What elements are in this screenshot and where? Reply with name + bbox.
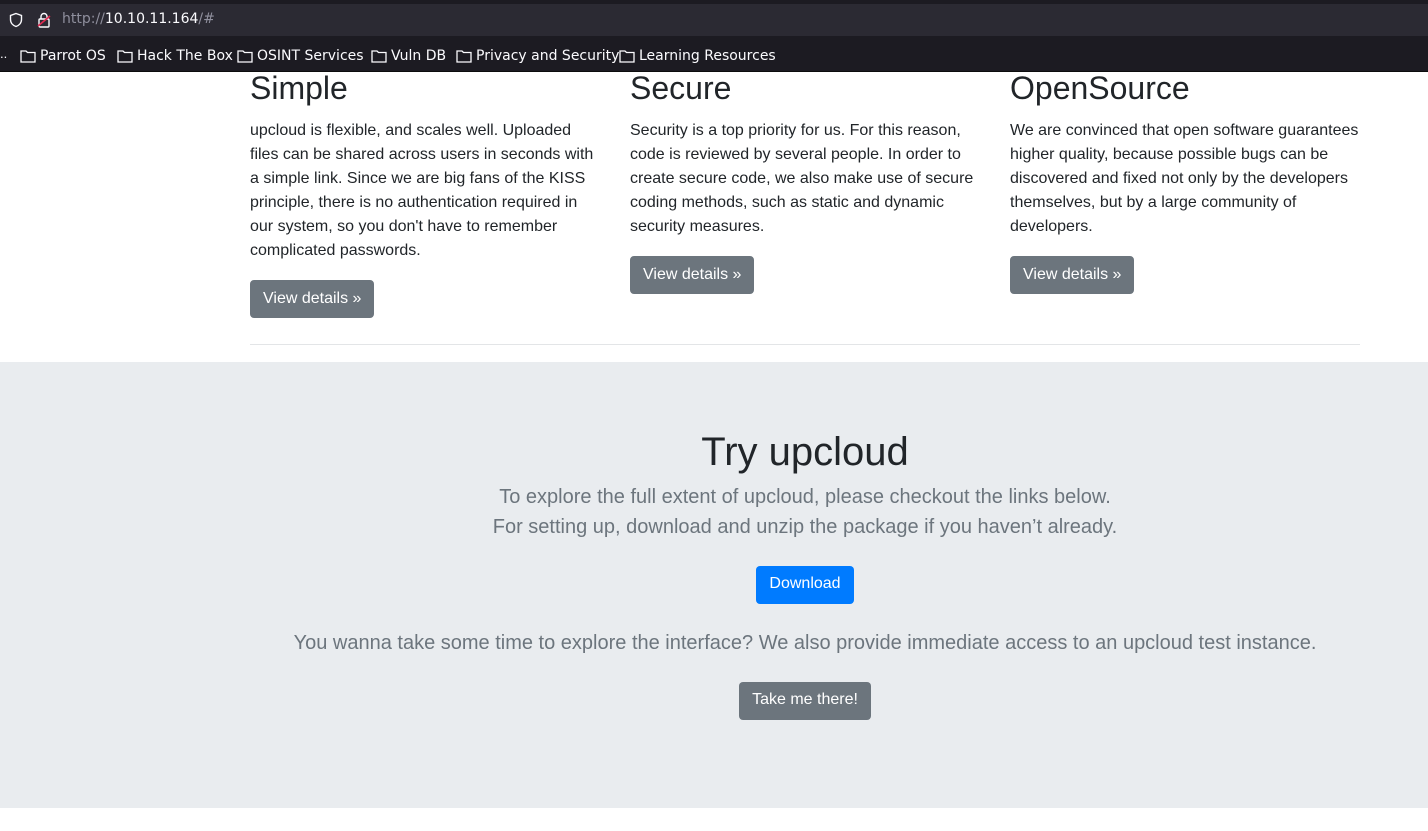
- bookmark-learning-resources[interactable]: Learning Resources: [619, 47, 776, 65]
- feature-secure: Secure Security is a top priority for us…: [630, 72, 980, 294]
- bookmark-label: Vuln DB: [391, 48, 447, 64]
- lock-icon[interactable]: [36, 12, 52, 28]
- folder-icon: [117, 50, 133, 63]
- feature-simple: Simple upcloud is flexible, and scales w…: [250, 72, 600, 318]
- bookmark-label: Hack The Box: [137, 48, 233, 64]
- feature-title: Secure: [630, 70, 732, 106]
- bookmark-label: Parrot OS: [40, 48, 106, 64]
- bookmark-privacy-and-security[interactable]: Privacy and Security: [456, 47, 619, 65]
- bookmark-label: Privacy and Security: [476, 48, 620, 64]
- view-details-button[interactable]: View details »: [1010, 256, 1135, 294]
- folder-icon: [20, 50, 36, 63]
- url-host: 10.10.11.164: [104, 11, 199, 27]
- url-scheme: http://: [62, 11, 105, 27]
- bookmark-parrot-os[interactable]: Parrot OS: [20, 47, 106, 65]
- try-lead-line-2: For setting up, download and unzip the p…: [492, 516, 1118, 538]
- browser-url-bar: http://10.10.11.164/#: [0, 0, 1428, 40]
- view-details-button[interactable]: View details »: [250, 280, 375, 318]
- divider: [250, 344, 1360, 345]
- feature-title: OpenSource: [1010, 70, 1190, 106]
- bookmark-hack-the-box[interactable]: Hack The Box: [117, 47, 233, 65]
- feature-text: Security is a top priority for us. For t…: [630, 122, 974, 235]
- folder-icon: [237, 50, 253, 63]
- url-path: /#: [198, 11, 215, 27]
- url-text[interactable]: http://10.10.11.164/#: [62, 11, 215, 27]
- bookmark-label: OSINT Services: [257, 48, 364, 64]
- address-field[interactable]: http://10.10.11.164/#: [0, 4, 1428, 36]
- try-lead-line-1: To explore the full extent of upcloud, p…: [499, 486, 1111, 508]
- shield-icon[interactable]: [8, 12, 24, 28]
- try-lead-line-3: You wanna take some time to explore the …: [293, 632, 1317, 654]
- bookmark-osint-services[interactable]: OSINT Services: [237, 47, 364, 65]
- bookmark-label: Learning Resources: [639, 48, 776, 64]
- folder-icon: [456, 50, 472, 63]
- try-upcloud-section: Try upcloud To explore the full extent o…: [0, 362, 1428, 808]
- view-details-button[interactable]: View details »: [630, 256, 755, 294]
- feature-text: upcloud is flexible, and scales well. Up…: [250, 122, 594, 259]
- bookmark-vuln-db[interactable]: Vuln DB: [371, 47, 446, 65]
- feature-opensource: OpenSource We are convinced that open so…: [1010, 72, 1360, 294]
- page-content: Simple upcloud is flexible, and scales w…: [0, 72, 1428, 831]
- try-title: Try upcloud: [701, 430, 909, 474]
- feature-text: We are convinced that open software guar…: [1010, 122, 1359, 235]
- feature-title: Simple: [250, 70, 348, 106]
- bookmarks-toolbar: .. Parrot OS Hack The Box OSINT Services…: [0, 40, 1428, 72]
- folder-icon: [371, 50, 387, 63]
- download-button[interactable]: Download: [756, 566, 854, 604]
- folder-icon: [619, 50, 635, 63]
- bookmarks-overflow[interactable]: ..: [0, 46, 7, 61]
- take-me-there-button[interactable]: Take me there!: [739, 682, 871, 720]
